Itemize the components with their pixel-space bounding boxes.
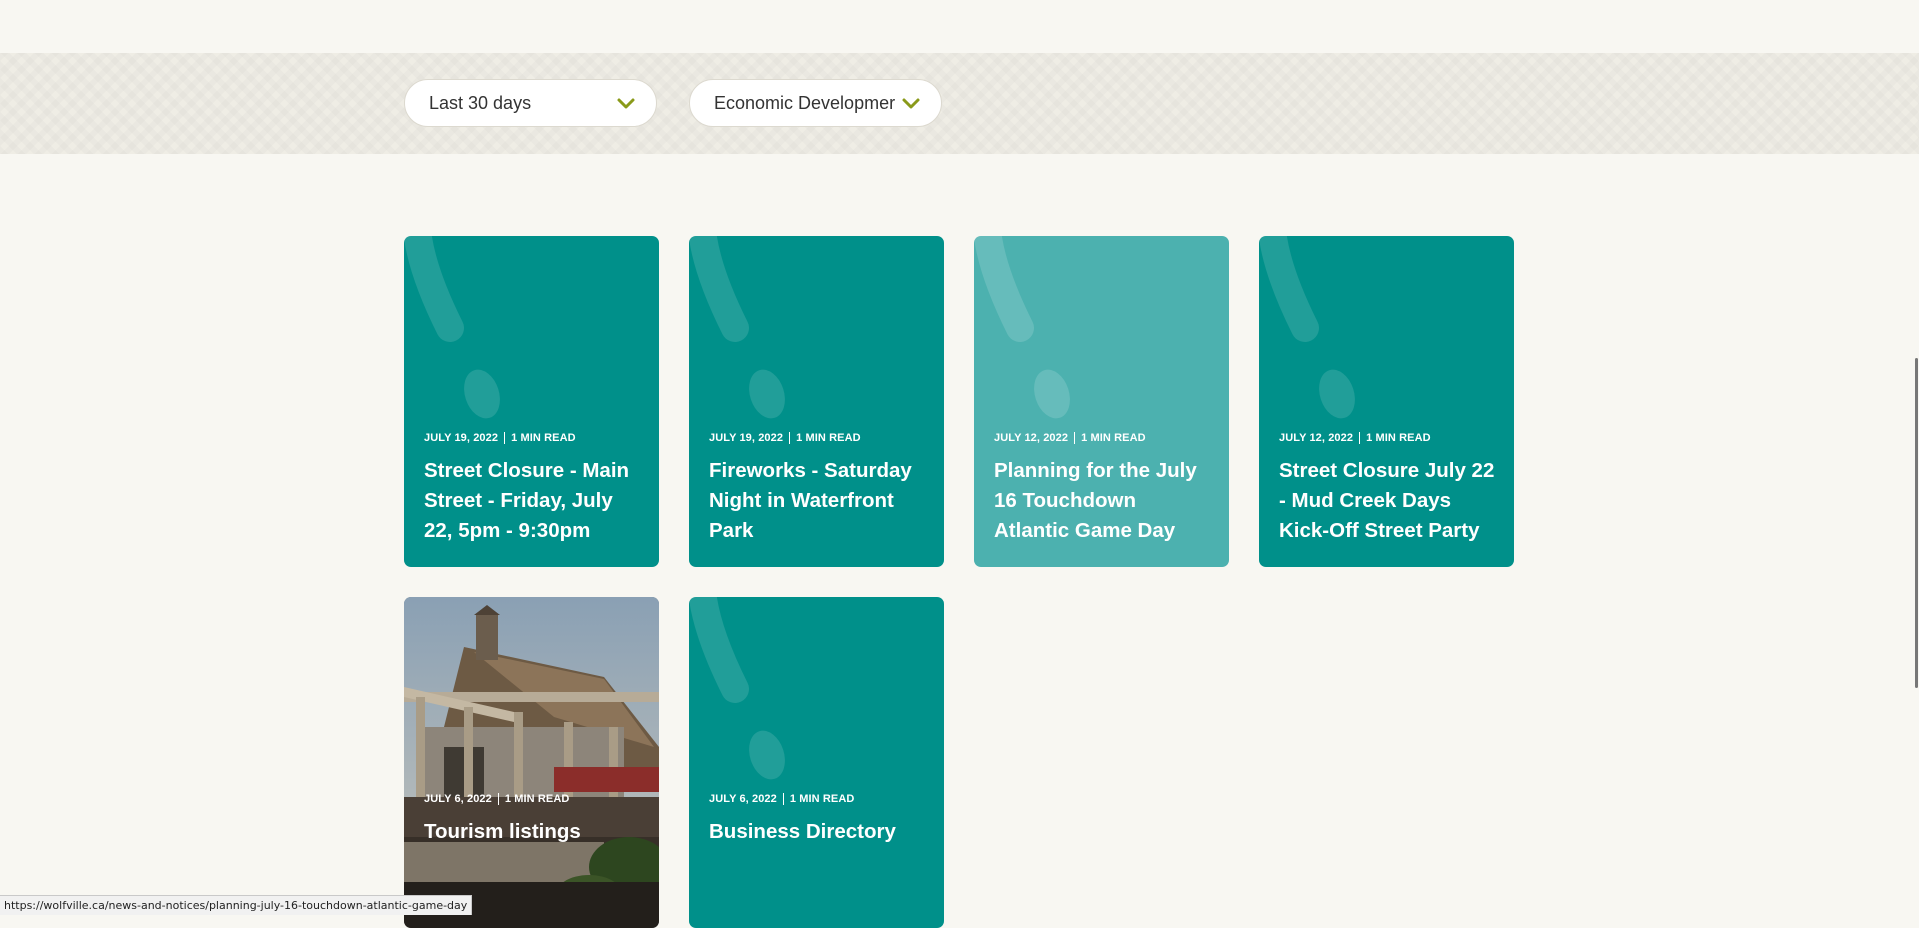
news-card[interactable]: JULY 6, 2022 1 MIN READ Business Director… (689, 597, 944, 928)
card-meta: JULY 6, 2022 1 MIN READ (709, 793, 854, 805)
card-read-time: 1 MIN READ (511, 432, 576, 444)
category-filter-dropdown[interactable]: Economic Developmer (689, 79, 942, 127)
card-meta: JULY 12, 2022 1 MIN READ (1279, 432, 1431, 444)
exclamation-decoration-icon (404, 236, 500, 419)
card-date: JULY 6, 2022 (424, 793, 492, 805)
chevron-down-icon (902, 98, 920, 109)
card-date: JULY 12, 2022 (1279, 432, 1354, 444)
news-card-hovered[interactable]: JULY 12, 2022 1 MIN READ Planning for the… (974, 236, 1229, 567)
card-title: Planning for the July 16 Touchdown Atlan… (994, 459, 1197, 542)
card-title: Street Closure July 22 - Mud Creek Days … (1279, 459, 1495, 542)
card-meta: JULY 19, 2022 1 MIN READ (424, 432, 576, 444)
news-card[interactable]: JULY 19, 2022 1 MIN READ Street Closure -… (404, 236, 659, 567)
card-read-time: 1 MIN READ (504, 793, 570, 805)
pavilion-photo (404, 597, 659, 928)
card-read-time: 1 MIN READ (789, 793, 855, 805)
news-card[interactable]: JULY 12, 2022 1 MIN READ Street Closure J… (1259, 236, 1514, 567)
news-card[interactable]: JULY 19, 2022 1 MIN READ Fireworks - Satu… (689, 236, 944, 567)
card-read-time: 1 MIN READ (796, 432, 861, 444)
card-date: JULY 6, 2022 (709, 793, 777, 805)
scrollbar-thumb[interactable] (1915, 358, 1918, 688)
date-filter-label: Last 30 days (429, 92, 532, 113)
exclamation-decoration-icon (689, 236, 785, 419)
exclamation-decoration-icon (1259, 236, 1355, 419)
card-title: Tourism listings (424, 820, 581, 843)
news-card-photo[interactable]: JULY 6, 2022 1 MIN READ Tourism listings (404, 597, 659, 928)
card-date: JULY 12, 2022 (994, 432, 1069, 444)
date-filter-dropdown[interactable]: Last 30 days (404, 79, 657, 127)
card-title: Business Directory (709, 820, 896, 843)
top-strip (0, 0, 1919, 53)
filter-bar: Last 30 days Economic Developmer (0, 53, 1919, 154)
card-meta: JULY 12, 2022 1 MIN READ (994, 432, 1146, 444)
card-meta: JULY 6, 2022 1 MIN READ (424, 793, 569, 805)
card-meta: JULY 19, 2022 1 MIN READ (709, 432, 861, 444)
exclamation-decoration-icon (974, 236, 1070, 419)
card-read-time: 1 MIN READ (1081, 432, 1146, 444)
card-title: Street Closure - Main Street - Friday, J… (424, 459, 630, 542)
card-title: Fireworks - Saturday Night in Waterfront… (709, 459, 912, 542)
card-date: JULY 19, 2022 (424, 432, 499, 444)
card-date: JULY 19, 2022 (709, 432, 784, 444)
exclamation-decoration-icon (689, 597, 785, 780)
page-scrollbar[interactable] (1913, 0, 1919, 915)
card-read-time: 1 MIN READ (1366, 432, 1431, 444)
category-filter-label: Economic Developmer (714, 92, 896, 113)
chevron-down-icon (617, 98, 635, 109)
link-status-url: https://wolfville.ca/news-and-notices/pl… (0, 895, 473, 915)
